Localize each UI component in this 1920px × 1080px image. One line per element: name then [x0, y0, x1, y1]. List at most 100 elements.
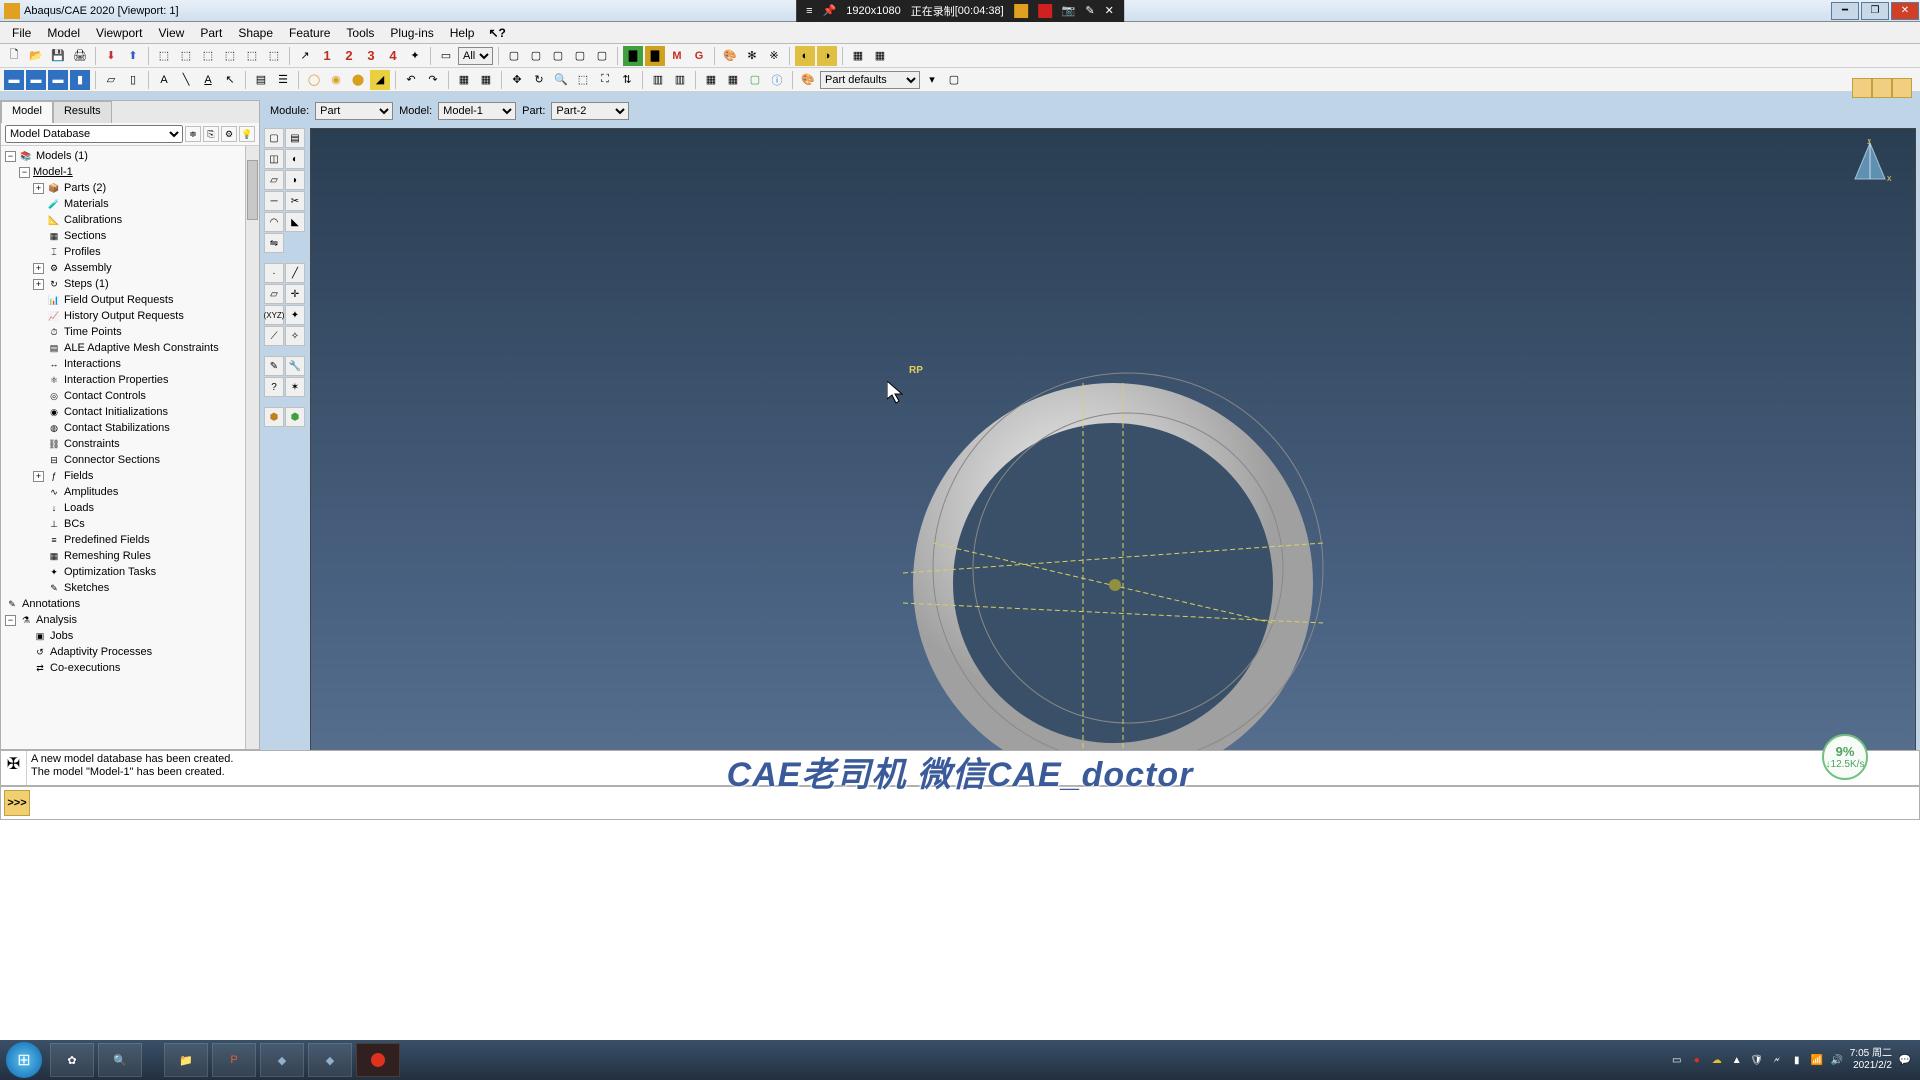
partition-cell-icon[interactable]: (XYZ): [264, 305, 284, 325]
view-1[interactable]: 1: [317, 46, 337, 66]
pencil-icon[interactable]: ✎: [1085, 4, 1094, 17]
tray-notif-icon[interactable]: 💬: [1898, 1053, 1912, 1067]
tree-analysis[interactable]: Analysis: [36, 614, 77, 626]
table-icon[interactable]: ▤: [251, 70, 271, 90]
close-recorder-icon[interactable]: ✕: [1105, 4, 1114, 17]
solid-revolve-icon[interactable]: ◐: [285, 149, 305, 169]
task-abaqus1[interactable]: ◆: [260, 1043, 304, 1077]
menu-shape[interactable]: Shape: [230, 24, 281, 42]
mesh2-icon[interactable]: ▥: [670, 70, 690, 90]
mirror-icon[interactable]: ⇋: [264, 233, 284, 253]
list-icon[interactable]: ☰: [273, 70, 293, 90]
open-icon[interactable]: 📂: [26, 46, 46, 66]
menu-feature[interactable]: Feature: [281, 24, 338, 42]
pause-icon[interactable]: [1014, 4, 1028, 18]
tree-item[interactable]: Sections: [64, 230, 106, 242]
task-powerpoint[interactable]: P: [212, 1043, 256, 1077]
datum-axis-icon[interactable]: ╱: [285, 263, 305, 283]
redo-icon[interactable]: ↷: [423, 70, 443, 90]
view-bottom-icon[interactable]: ⬚: [220, 46, 240, 66]
misc4-icon[interactable]: ◐: [795, 46, 815, 66]
tree-item[interactable]: Field Output Requests: [64, 294, 173, 306]
ortho-icon[interactable]: ▯: [123, 70, 143, 90]
menu-help[interactable]: Help: [442, 24, 483, 42]
line-icon[interactable]: ╲: [176, 70, 196, 90]
pointer-icon[interactable]: ▭: [436, 46, 456, 66]
close-button[interactable]: ✕: [1891, 2, 1919, 20]
cut-icon[interactable]: ✂: [285, 191, 305, 211]
persp-icon[interactable]: ▱: [101, 70, 121, 90]
view-front-icon[interactable]: ⬚: [154, 46, 174, 66]
expander-icon[interactable]: −: [19, 167, 30, 178]
db-filter-icon[interactable]: ≑: [185, 126, 201, 142]
circle2-icon[interactable]: ◉: [326, 70, 346, 90]
attachment-icon[interactable]: ⬢: [285, 407, 305, 427]
db-settings-icon[interactable]: ⚙: [221, 126, 237, 142]
task-explorer[interactable]: 📁: [164, 1043, 208, 1077]
tray-battery-icon[interactable]: 🗲: [1770, 1053, 1784, 1067]
view-back-icon[interactable]: ⬚: [176, 46, 196, 66]
round-icon[interactable]: ◠: [264, 212, 284, 232]
tray-up-icon[interactable]: ▲: [1730, 1053, 1744, 1067]
model-tree[interactable]: −📚Models (1) −Model-1 +📦Parts (2)🧪Materi…: [1, 146, 259, 749]
tree-item[interactable]: BCs: [64, 518, 85, 530]
grid1-icon[interactable]: ▦: [454, 70, 474, 90]
tree-item[interactable]: Predefined Fields: [64, 534, 150, 546]
tree-item[interactable]: Interaction Properties: [64, 374, 169, 386]
context-help-icon[interactable]: ↖?: [488, 26, 505, 40]
box-icon[interactable]: ▢: [745, 70, 765, 90]
tray-ime-icon[interactable]: ▭: [1670, 1053, 1684, 1067]
tree-item[interactable]: Sketches: [64, 582, 109, 594]
print-icon[interactable]: 🖨: [70, 46, 90, 66]
misc1-icon[interactable]: 🎨: [720, 46, 740, 66]
tree-item[interactable]: Parts (2): [64, 182, 106, 194]
stitch-icon[interactable]: ✶: [285, 377, 305, 397]
tray-shield-icon[interactable]: 🛡: [1750, 1053, 1764, 1067]
view-2[interactable]: 2: [339, 46, 359, 66]
tray-wifi-icon[interactable]: 📶: [1810, 1053, 1824, 1067]
misc3-icon[interactable]: ※: [764, 46, 784, 66]
menu-model[interactable]: Model: [39, 24, 88, 42]
tree-item[interactable]: Connector Sections: [64, 454, 160, 466]
grid3-icon[interactable]: ▦: [701, 70, 721, 90]
tree-item[interactable]: Time Points: [64, 326, 122, 338]
circle3-icon[interactable]: ⬤: [348, 70, 368, 90]
render-wire-icon[interactable]: [1852, 78, 1872, 98]
expander-icon[interactable]: −: [5, 151, 16, 162]
task-search[interactable]: 🔍: [98, 1043, 142, 1077]
sel-a-icon[interactable]: ▢: [504, 46, 524, 66]
model-select[interactable]: Model-1: [438, 102, 516, 120]
menu-part[interactable]: Part: [192, 24, 230, 42]
orientation-triad[interactable]: x y: [1843, 139, 1897, 193]
tool-a-icon[interactable]: ⬇: [101, 46, 121, 66]
minimize-button[interactable]: ━: [1831, 2, 1859, 20]
tree-item[interactable]: Jobs: [50, 630, 73, 642]
arrow-icon[interactable]: ↗: [295, 46, 315, 66]
tray-vol-icon[interactable]: 🔊: [1830, 1053, 1844, 1067]
mesh1-icon[interactable]: ▥: [648, 70, 668, 90]
view-3[interactable]: 3: [361, 46, 381, 66]
circle1-icon[interactable]: ◯: [304, 70, 324, 90]
updown-icon[interactable]: ⇅: [617, 70, 637, 90]
tab-results[interactable]: Results: [53, 101, 112, 123]
tree-model-1[interactable]: Model-1: [33, 166, 73, 178]
cli-prompt-icon[interactable]: >>>: [4, 790, 30, 816]
db-tip-icon[interactable]: 💡: [239, 126, 255, 142]
tree-item[interactable]: Amplitudes: [64, 486, 118, 498]
info-icon[interactable]: ⓘ: [767, 70, 787, 90]
expander-icon[interactable]: +: [33, 471, 44, 482]
color-mode-select[interactable]: Part defaults: [820, 71, 920, 89]
layout2-icon[interactable]: ▦: [870, 46, 890, 66]
menu-view[interactable]: View: [151, 24, 193, 42]
solid-extrude-icon[interactable]: ◫: [264, 149, 284, 169]
task-abaqus2[interactable]: ◆: [308, 1043, 352, 1077]
screen-recorder-bar[interactable]: ≡ 📌 1920x1080 正在录制 [00:04:38] 📷 ✎ ✕: [796, 0, 1124, 22]
tree-item[interactable]: History Output Requests: [64, 310, 184, 322]
pan-icon[interactable]: ✥: [507, 70, 527, 90]
sel-b-icon[interactable]: ▢: [526, 46, 546, 66]
create-part-icon[interactable]: ▢: [264, 128, 284, 148]
tree-item[interactable]: Contact Controls: [64, 390, 146, 402]
colormap-icon[interactable]: 🎨: [798, 70, 818, 90]
db-copy-icon[interactable]: ⎘: [203, 126, 219, 142]
zoombox-icon[interactable]: ⬚: [573, 70, 593, 90]
